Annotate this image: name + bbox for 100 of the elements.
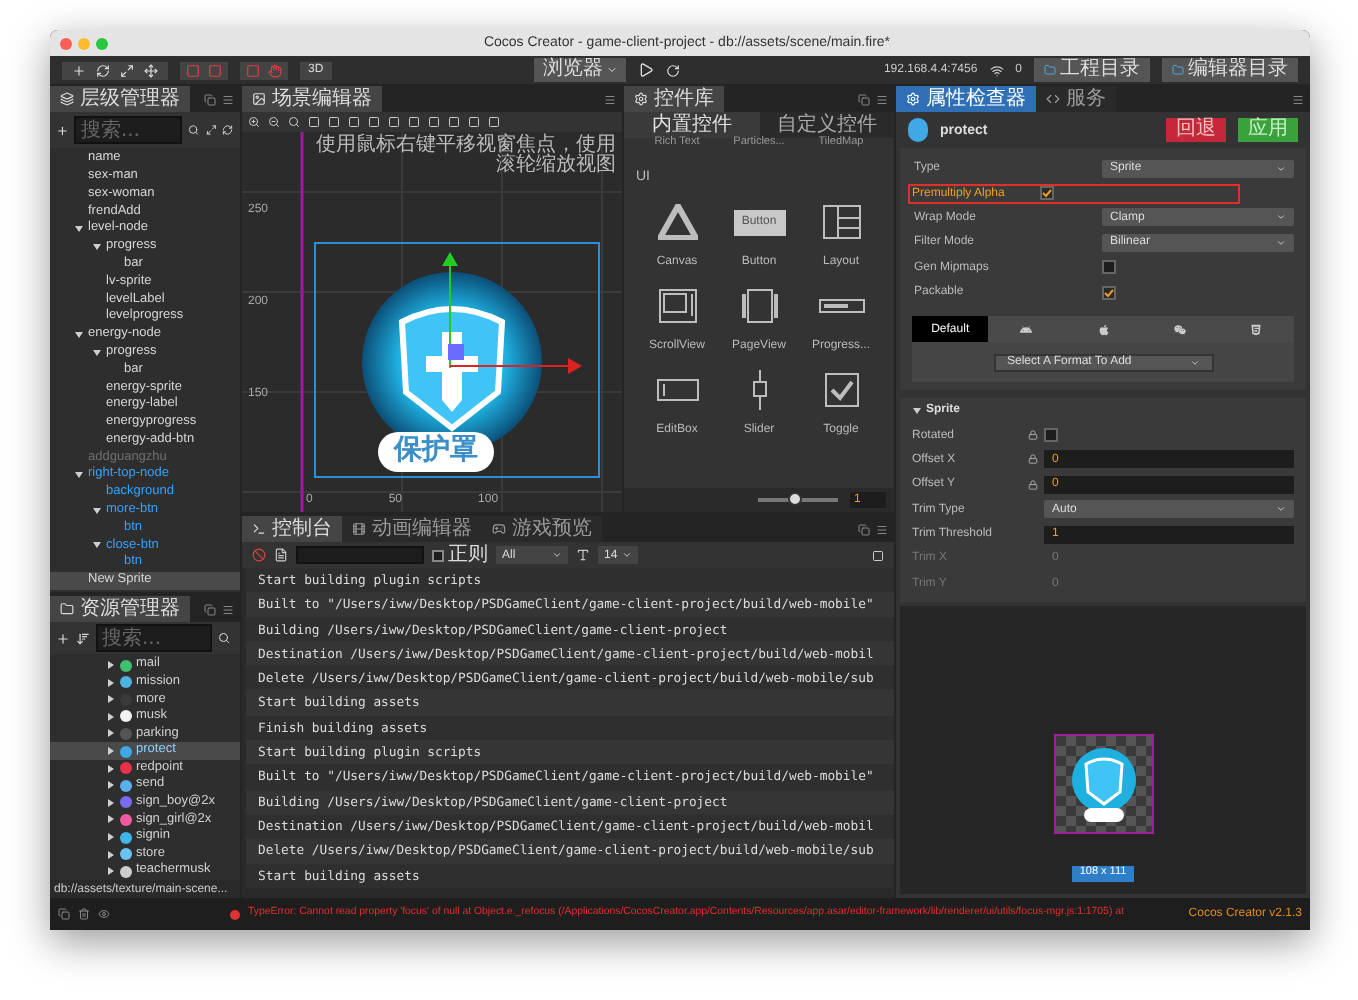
panel-tab[interactable]: 层级管理器 [50, 86, 190, 112]
expand-icon[interactable] [205, 124, 217, 136]
menu-icon[interactable] [876, 523, 888, 535]
caret-icon [552, 550, 562, 560]
wifi-icon [989, 63, 1004, 77]
check-icon [1042, 188, 1052, 199]
panel-tab[interactable]: 场景编辑器 [242, 86, 382, 112]
tab-icon [252, 522, 266, 536]
menu-icon[interactable] [1292, 93, 1304, 105]
scale-tool-icon[interactable] [120, 63, 134, 77]
menu-icon[interactable] [876, 93, 888, 105]
x-axis-arrow-icon[interactable] [450, 358, 582, 374]
expanded-arrow-icon[interactable] [74, 224, 84, 235]
checkbox[interactable] [1040, 186, 1054, 201]
rotate-tool-icon[interactable] [96, 63, 110, 77]
panel-tab[interactable]: 控件库 [624, 86, 724, 112]
trash-icon[interactable] [78, 908, 90, 920]
file-icon[interactable] [274, 548, 288, 562]
asset-thumbnail-icon [908, 118, 928, 142]
slider-thumb[interactable] [788, 492, 802, 506]
slider-icon [749, 370, 769, 410]
menu-icon[interactable] [222, 93, 234, 105]
expanded-arrow-icon[interactable] [92, 347, 102, 358]
refresh-icon[interactable] [666, 63, 681, 77]
menu-icon[interactable] [222, 603, 234, 616]
copy-icon[interactable] [204, 93, 216, 105]
expanded-arrow-icon[interactable] [92, 505, 102, 516]
refresh-icon[interactable] [222, 124, 234, 136]
library-tab[interactable]: 内置控件 [624, 112, 759, 138]
clear-icon[interactable] [252, 548, 266, 562]
filter-field[interactable] [296, 546, 424, 564]
revert-button[interactable]: 回退 [1166, 118, 1226, 142]
font-size-icon [576, 548, 590, 562]
code-icon [1046, 92, 1060, 106]
caret-icon [1276, 163, 1286, 174]
expanded-arrow-icon[interactable] [74, 329, 84, 340]
copy-icon[interactable] [58, 908, 70, 920]
expanded-arrow-icon[interactable] [74, 470, 84, 481]
copy-icon[interactable] [858, 93, 870, 105]
expanded-arrow-icon[interactable] [92, 241, 102, 252]
panel-tab[interactable]: 控制台 [242, 516, 342, 542]
ios-icon [1097, 323, 1109, 336]
anchor-handle[interactable] [448, 344, 464, 360]
hint-text: 使用鼠标右键平移视窗焦点，使用滚轮缩放视图 [316, 136, 616, 176]
panel-tab[interactable]: 资源管理器 [50, 596, 190, 623]
rect-tool-icon[interactable] [144, 63, 158, 77]
zoom-in-icon[interactable] [248, 116, 260, 128]
caret-icon [1276, 212, 1286, 223]
expanded-arrow-icon[interactable] [912, 405, 922, 416]
html5-icon [1249, 323, 1262, 336]
tab-icon [492, 522, 506, 536]
eye-icon[interactable] [98, 908, 110, 920]
search-icon[interactable] [218, 632, 230, 645]
copy-icon[interactable] [858, 523, 870, 535]
panel-tab[interactable]: 属性检查器 [896, 86, 1036, 112]
progress-bar-icon [817, 298, 865, 314]
folder-button[interactable]: 编辑器目录 [1162, 58, 1299, 82]
y-axis-arrow-icon[interactable] [442, 252, 458, 368]
copy-icon[interactable] [204, 603, 216, 616]
menu-icon[interactable] [604, 93, 616, 105]
search-icon[interactable] [188, 124, 200, 136]
library-tab[interactable]: 自定义控件 [759, 112, 894, 138]
play-icon[interactable] [638, 62, 655, 78]
caret-icon [1276, 504, 1286, 515]
move-tool-icon[interactable] [72, 63, 86, 77]
library-icon [634, 92, 648, 106]
add-icon[interactable] [56, 631, 70, 646]
caret-icon [622, 550, 632, 560]
wechat-icon [1173, 323, 1186, 336]
expanded-arrow-icon[interactable] [92, 540, 102, 551]
layout-icon [821, 204, 861, 240]
regex-checkbox[interactable]: 正则 [432, 545, 488, 565]
pageview-icon [739, 288, 779, 324]
selection-frame[interactable] [314, 242, 600, 478]
tab-icon [352, 522, 366, 536]
triangle-icon [657, 204, 697, 240]
checkbox-icon [823, 372, 859, 408]
android-icon [1020, 323, 1033, 336]
settings-icon [906, 92, 920, 106]
panel-tab[interactable]: 游戏预览 [482, 516, 602, 542]
search-field[interactable]: 搜索... [74, 116, 183, 144]
sort-icon[interactable] [76, 631, 90, 646]
lock-icon [1028, 479, 1038, 490]
collapse-icon[interactable] [872, 549, 884, 561]
caret-icon [1276, 237, 1286, 248]
add-icon[interactable] [56, 123, 69, 137]
panel-tab[interactable]: 服务 [1036, 86, 1116, 112]
scene-icon [252, 92, 266, 106]
checkbox[interactable] [1044, 428, 1058, 443]
panel-tab[interactable]: 动画编辑器 [342, 516, 482, 542]
checkbox[interactable] [1102, 260, 1116, 275]
search-field[interactable]: 搜索... [96, 624, 212, 653]
sprite-label: 保护罩 [378, 432, 494, 471]
folder-button[interactable]: 工程目录 [1034, 58, 1151, 82]
zoom-out-icon[interactable] [268, 116, 280, 128]
error-icon [230, 909, 240, 919]
folder-icon [60, 602, 74, 617]
checkbox[interactable] [1102, 285, 1116, 300]
search-icon[interactable] [288, 116, 300, 128]
preview-select[interactable]: 浏览器 [534, 58, 627, 82]
